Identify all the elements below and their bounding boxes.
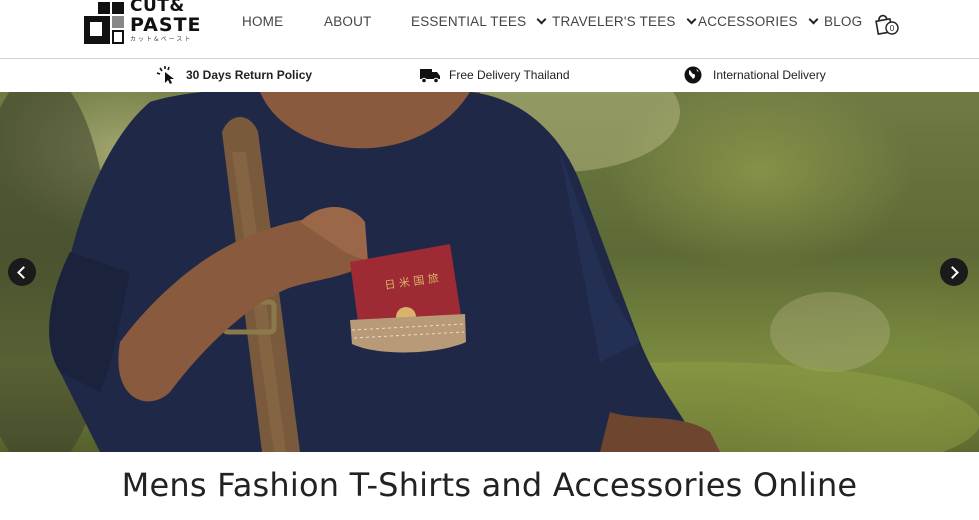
usp-return-label: 30 Days Return Policy (186, 68, 313, 82)
slider-next-button[interactable] (940, 258, 968, 286)
usp-international-label: International Delivery (713, 68, 826, 82)
nav-about-label: ABOUT (324, 14, 372, 29)
slider-prev-button[interactable] (8, 258, 36, 286)
nav-accessories[interactable]: ACCESSORIES (698, 14, 819, 29)
globe-icon (684, 66, 702, 84)
cart-count: 0 (890, 24, 895, 33)
logo-line-2: PASTE (130, 14, 202, 36)
site-header: CUT& PASTE カット&ペースト HOME ABOUT ESSENTIAL… (0, 0, 979, 58)
nav-blog[interactable]: BLOG (824, 14, 862, 29)
usp-delivery-label: Free Delivery Thailand (449, 68, 570, 82)
logo-line-1: CUT& (130, 0, 185, 16)
nav-essential-tees[interactable]: ESSENTIAL TEES (411, 14, 547, 29)
shopping-bag-icon: 0 (875, 14, 899, 36)
logo-mark-icon (84, 2, 124, 44)
nav-blog-label: BLOG (824, 14, 863, 29)
chevron-down-icon (808, 14, 819, 25)
page-headline: Mens Fashion T-Shirts and Accessories On… (121, 466, 858, 504)
nav-home-label: HOME (242, 14, 284, 29)
logo-line-3: カット&ペースト (130, 36, 193, 43)
nav-home[interactable]: HOME (242, 14, 283, 29)
logo-wordmark: CUT& PASTE カット&ペースト (130, 0, 202, 43)
nav-travelers-tees-label: TRAVELER'S TEES (552, 14, 676, 29)
usp-international-delivery: International Delivery (683, 66, 826, 84)
nav-travelers-tees[interactable]: TRAVELER'S TEES (552, 14, 697, 29)
usp-return-policy: 30 Days Return Policy (156, 66, 312, 84)
chevron-down-icon (536, 14, 547, 25)
hero-slider[interactable]: 日 米 国 旅 (0, 92, 979, 452)
chevron-down-icon (686, 14, 697, 25)
nav-essential-tees-label: ESSENTIAL TEES (411, 14, 527, 29)
logo[interactable]: CUT& PASTE カット&ペースト (84, 0, 201, 46)
cursor-click-icon (156, 66, 174, 84)
usp-free-delivery: Free Delivery Thailand (419, 66, 570, 84)
cart-button[interactable]: 0 (874, 12, 900, 36)
nav-accessories-label: ACCESSORIES (698, 14, 798, 29)
truck-icon (420, 69, 440, 84)
nav-about[interactable]: ABOUT (324, 14, 372, 29)
hero-image: 日 米 国 旅 (0, 92, 979, 452)
usp-bar: 30 Days Return Policy Free Delivery Thai… (0, 59, 979, 92)
